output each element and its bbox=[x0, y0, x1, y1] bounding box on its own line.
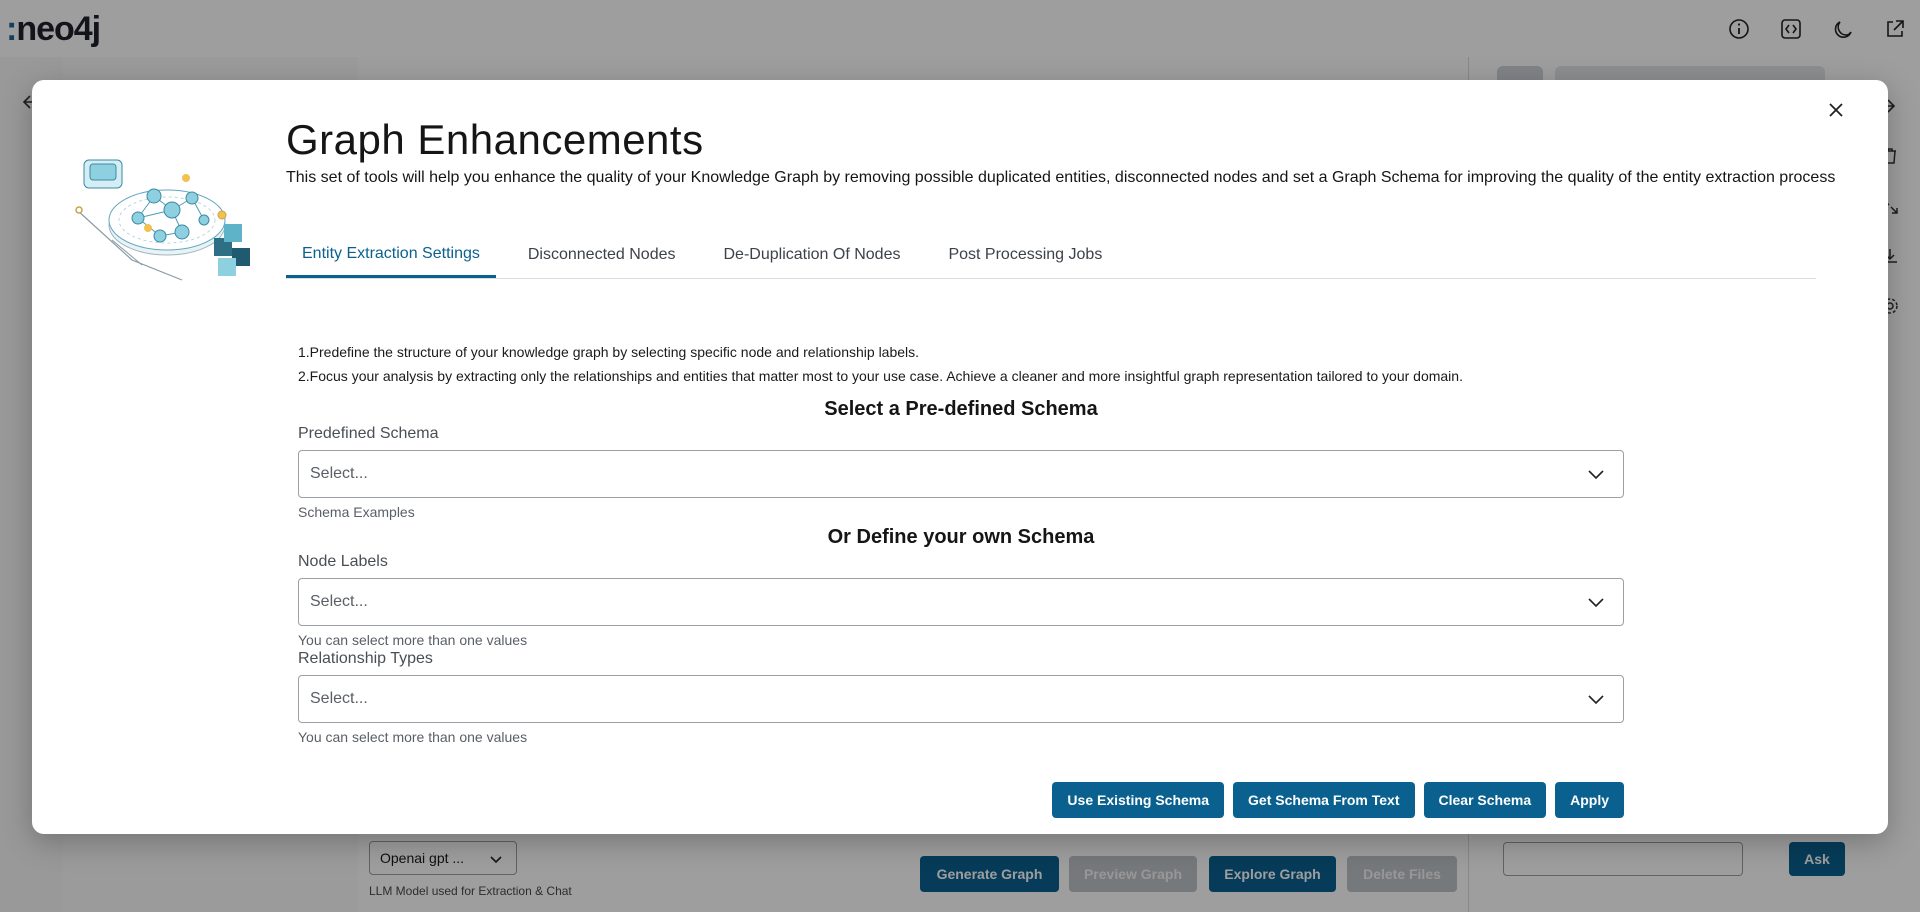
relationship-types-placeholder: Select... bbox=[310, 690, 368, 707]
close-icon[interactable] bbox=[1824, 98, 1848, 122]
instruction-note-2: 2.Focus your analysis by extracting only… bbox=[298, 368, 1463, 384]
tab-post-processing-jobs[interactable]: Post Processing Jobs bbox=[932, 232, 1118, 278]
predefined-schema-label: Predefined Schema bbox=[298, 425, 439, 442]
clear-schema-button[interactable]: Clear Schema bbox=[1423, 782, 1547, 818]
tab-entity-extraction-settings[interactable]: Entity Extraction Settings bbox=[286, 232, 496, 278]
relationship-types-label: Relationship Types bbox=[298, 650, 433, 667]
enhancement-tabs: Entity Extraction Settings Disconnected … bbox=[286, 232, 1816, 279]
predefined-schema-heading: Select a Pre-defined Schema bbox=[824, 398, 1098, 420]
custom-schema-heading: Or Define your own Schema bbox=[827, 526, 1095, 548]
tab-de-duplication-of-nodes[interactable]: De-Duplication Of Nodes bbox=[708, 232, 917, 278]
knowledge-graph-illustration bbox=[72, 140, 272, 290]
apply-button[interactable]: Apply bbox=[1555, 782, 1624, 818]
instruction-note-1: 1.Predefine the structure of your knowle… bbox=[298, 344, 920, 360]
chevron-down-icon bbox=[1587, 595, 1605, 616]
node-labels-placeholder: Select... bbox=[310, 593, 368, 610]
modal-title: Graph Enhancements bbox=[286, 116, 704, 163]
chevron-down-icon bbox=[1587, 467, 1605, 488]
node-labels-helper: You can select more than one values bbox=[298, 632, 528, 648]
predefined-schema-select[interactable]: Select... bbox=[298, 450, 1624, 498]
node-labels-select[interactable]: Select... bbox=[298, 578, 1624, 626]
node-labels-label: Node Labels bbox=[298, 553, 388, 570]
schema-examples-helper: Schema Examples bbox=[298, 504, 415, 520]
relationship-types-select[interactable]: Select... bbox=[298, 675, 1624, 723]
predefined-schema-placeholder: Select... bbox=[310, 465, 368, 482]
relationship-types-helper: You can select more than one values bbox=[298, 729, 528, 745]
modal-description: This set of tools will help you enhance … bbox=[286, 169, 1836, 186]
entity-extraction-panel: 1.Predefine the structure of your knowle… bbox=[298, 340, 1624, 745]
graph-enhancements-modal: Graph Enhancements This set of tools wil… bbox=[32, 80, 1888, 834]
schema-actions: Use Existing Schema Get Schema From Text… bbox=[1052, 782, 1624, 818]
use-existing-schema-button[interactable]: Use Existing Schema bbox=[1052, 782, 1225, 818]
chevron-down-icon bbox=[1587, 692, 1605, 713]
tab-disconnected-nodes[interactable]: Disconnected Nodes bbox=[512, 232, 692, 278]
get-schema-from-text-button[interactable]: Get Schema From Text bbox=[1233, 782, 1415, 818]
